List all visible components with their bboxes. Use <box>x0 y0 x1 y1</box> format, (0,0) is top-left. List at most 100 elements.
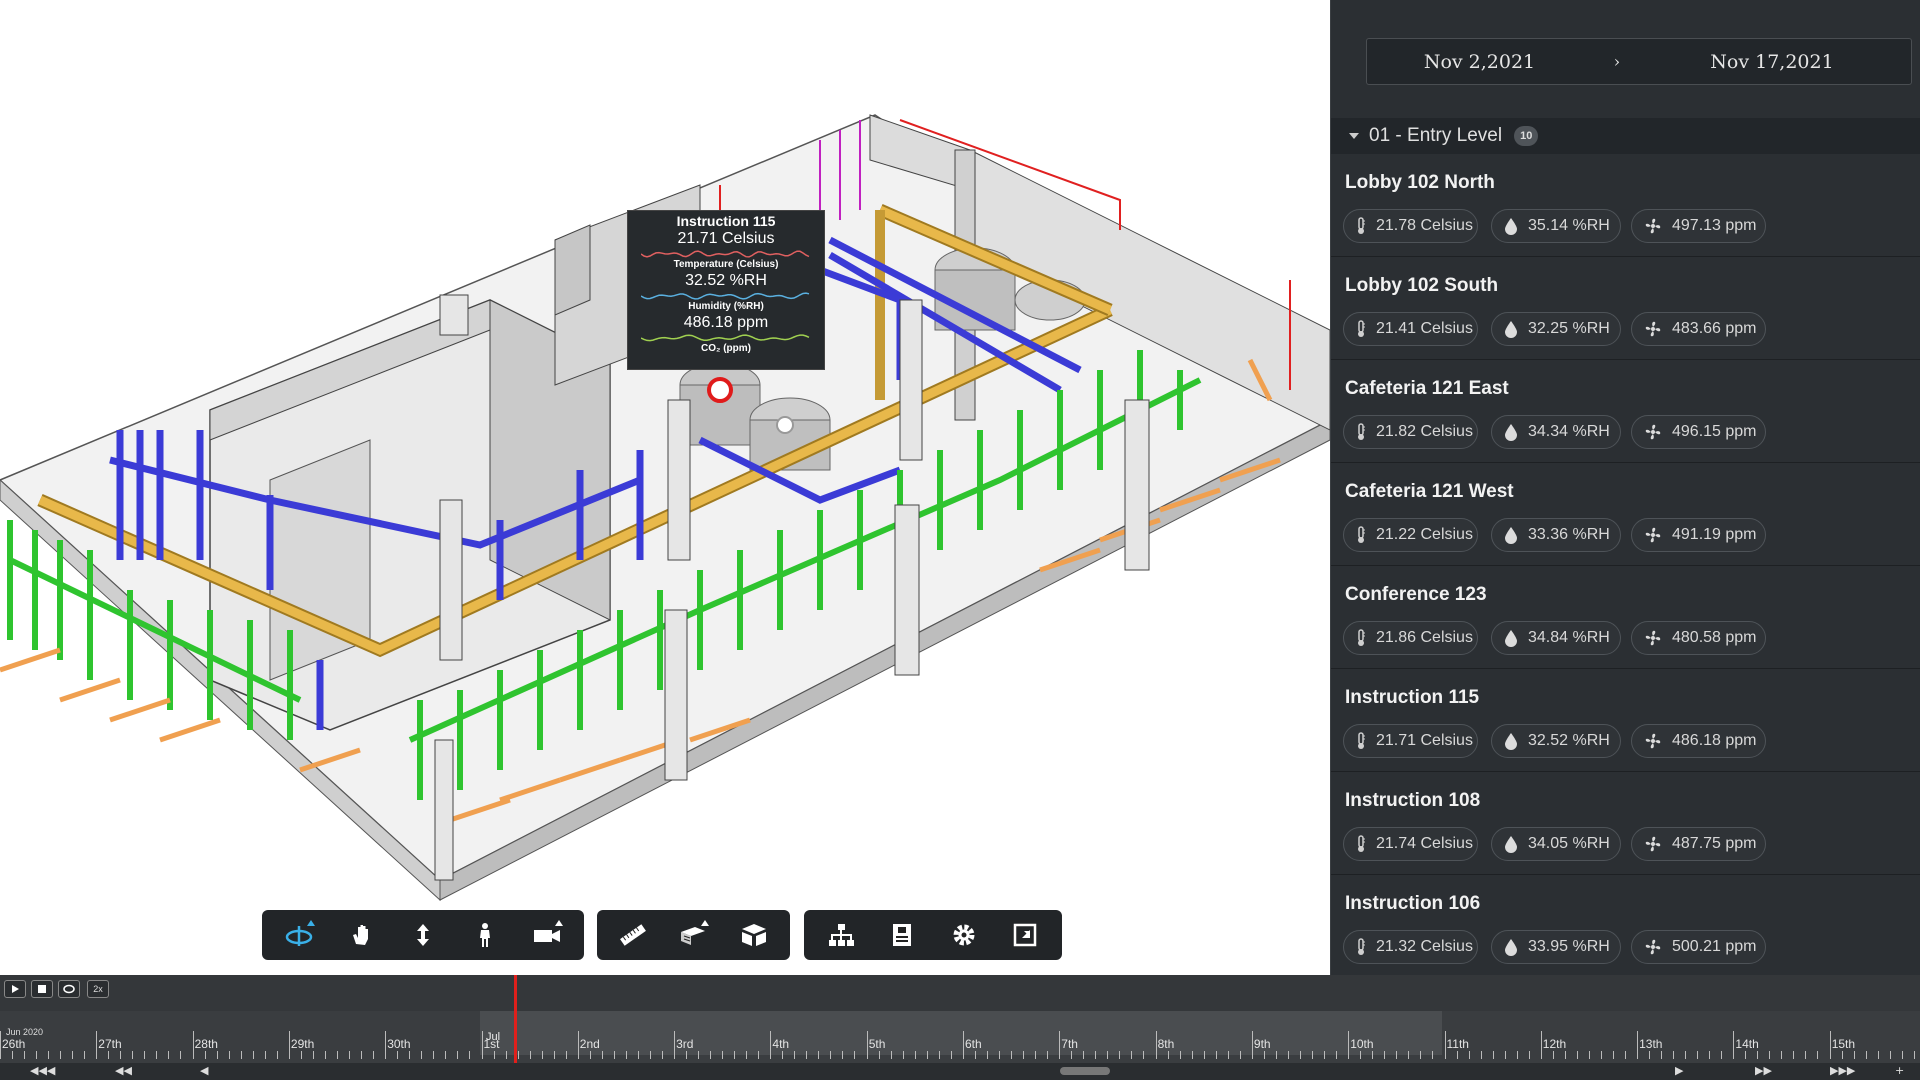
timeline-minor-tick <box>1913 1051 1915 1059</box>
room-card[interactable]: Conference 123 21.86 Celsius 34.84 %RH 480.… <box>1331 566 1920 669</box>
stop-button[interactable] <box>31 980 53 998</box>
timeline-day-tick <box>1733 1031 1735 1059</box>
humidity-chip[interactable]: 32.52 %RH <box>1491 724 1621 758</box>
co2-chip[interactable]: 500.21 ppm <box>1631 930 1766 964</box>
timeline-minor-tick <box>264 1051 266 1059</box>
settings-button[interactable] <box>940 915 988 955</box>
room-card[interactable]: Instruction 108 21.74 Celsius 34.05 %RH 487… <box>1331 772 1920 875</box>
forward-icon[interactable]: ▶▶ <box>1755 1064 1772 1077</box>
start-date[interactable]: Nov 2,2021 <box>1367 51 1592 73</box>
timeline-minor-tick <box>1624 1051 1626 1059</box>
properties-button[interactable] <box>878 915 926 955</box>
timeline-minor-tick <box>132 1051 134 1059</box>
dolly-tool-button[interactable] <box>399 915 447 955</box>
timeline-minor-tick <box>553 1051 555 1059</box>
rewind-icon[interactable]: ◀◀ <box>115 1064 132 1077</box>
room-card[interactable]: Cafeteria 121 East 21.82 Celsius 34.34 %RH… <box>1331 360 1920 463</box>
timeline[interactable]: 2x Jun 2020 Jul 26th 27th 28th 29th 30th 1st 2… <box>0 975 1920 1080</box>
first-person-button[interactable] <box>461 915 509 955</box>
room-card[interactable]: Instruction 115 21.71 Celsius 32.52 %RH 486… <box>1331 669 1920 772</box>
play-button[interactable] <box>4 980 26 998</box>
humidity-chip[interactable]: 34.34 %RH <box>1491 415 1621 449</box>
timeline-minor-tick <box>1853 1051 1855 1059</box>
temperature-chip[interactable]: 21.78 Celsius <box>1343 209 1478 243</box>
timeline-scroll-thumb[interactable] <box>1060 1067 1110 1075</box>
timeline-minor-tick <box>397 1051 399 1059</box>
timeline-minor-tick <box>12 1051 13 1059</box>
co2-chip[interactable]: 480.58 ppm <box>1631 621 1766 655</box>
co2-chip[interactable]: 486.18 ppm <box>1631 724 1766 758</box>
level-group-header[interactable]: 01 - Entry Level 10 <box>1331 118 1920 154</box>
humidity-chip[interactable]: 34.84 %RH <box>1491 621 1621 655</box>
building-model[interactable] <box>0 0 1330 975</box>
temperature-chip[interactable]: 21.74 Celsius <box>1343 827 1478 861</box>
timeline-minor-tick <box>1757 1051 1759 1059</box>
co2-fan-icon <box>1645 527 1661 543</box>
co2-chip[interactable]: 483.66 ppm <box>1631 312 1766 346</box>
timeline-ruler[interactable]: Jun 2020 Jul 26th 27th 28th 29th 30th 1st 2nd 3… <box>0 1011 1920 1061</box>
humidity-chip[interactable]: 35.14 %RH <box>1491 209 1621 243</box>
co2-chip[interactable]: 491.19 ppm <box>1631 518 1766 552</box>
co2-chip[interactable]: 496.15 ppm <box>1631 415 1766 449</box>
temperature-chip[interactable]: 21.86 Celsius <box>1343 621 1478 655</box>
date-range-picker[interactable]: Nov 2,2021 › Nov 17,2021 <box>1366 38 1912 85</box>
room-card[interactable]: Cafeteria 121 West 21.22 Celsius 33.36 %RH… <box>1331 463 1920 566</box>
temperature-chip[interactable]: 21.22 Celsius <box>1343 518 1478 552</box>
chevron-down-icon[interactable] <box>1349 133 1359 139</box>
tooltip-title: Instruction 115 <box>676 213 776 229</box>
settings-icon <box>953 924 975 946</box>
end-date[interactable]: Nov 17,2021 <box>1642 51 1902 73</box>
timeline-minor-tick <box>1781 1051 1783 1059</box>
humidity-chip[interactable]: 33.36 %RH <box>1491 518 1621 552</box>
timeline-minor-tick <box>360 1051 362 1059</box>
temperature-chip[interactable]: 21.41 Celsius <box>1343 312 1478 346</box>
forward-fast-icon[interactable]: ▶▶▶ <box>1830 1064 1855 1077</box>
loop-button[interactable] <box>58 980 80 998</box>
timeline-day-label: 27th <box>98 1037 122 1051</box>
step-back-icon[interactable]: ◀ <box>200 1064 208 1077</box>
timeline-day-label: 6th <box>965 1037 982 1051</box>
room-name: Lobby 102 South <box>1345 275 1499 296</box>
section-menu-caret[interactable] <box>701 920 710 926</box>
timeline-current-marker[interactable] <box>514 975 517 1065</box>
timeline-minor-tick <box>1817 1051 1819 1059</box>
orbit-tool-button[interactable] <box>275 915 323 955</box>
humidity-chip[interactable]: 33.95 %RH <box>1491 930 1621 964</box>
speed-button[interactable]: 2x <box>87 980 109 998</box>
timeline-minor-tick <box>48 1051 49 1059</box>
properties-icon <box>893 924 912 946</box>
camera-button[interactable] <box>523 915 571 955</box>
camera-menu-caret[interactable] <box>555 920 563 926</box>
timeline-minor-tick <box>746 1051 748 1059</box>
timeline-day-label: 13th <box>1639 1037 1663 1051</box>
rewind-fast-icon[interactable]: ◀◀◀ <box>30 1064 55 1077</box>
temperature-value: 21.78 Celsius <box>1376 217 1473 234</box>
co2-chip[interactable]: 497.13 ppm <box>1631 209 1766 243</box>
room-card[interactable]: Lobby 102 North 21.78 Celsius 35.14 %RH 497… <box>1331 154 1920 257</box>
timeline-minor-tick <box>722 1051 724 1059</box>
timeline-day-label: 1st <box>483 1037 500 1051</box>
temperature-chip[interactable]: 21.71 Celsius <box>1343 724 1478 758</box>
explode-model-button[interactable] <box>730 915 778 955</box>
tooltip-co2-value: 486.18 ppm <box>683 314 769 331</box>
section-button[interactable] <box>669 915 717 955</box>
timeline-minor-tick <box>228 1051 230 1059</box>
fullscreen-button[interactable] <box>1001 915 1049 955</box>
timeline-minor-tick <box>1793 1051 1795 1059</box>
pan-tool-button[interactable] <box>337 915 385 955</box>
step-forward-icon[interactable]: ▶ <box>1675 1064 1683 1077</box>
model-browser-button[interactable] <box>817 915 865 955</box>
room-card[interactable]: Instruction 106 21.32 Celsius 33.95 %RH 500… <box>1331 875 1920 975</box>
room-card[interactable]: Lobby 102 South 21.41 Celsius 32.25 %RH 483… <box>1331 257 1920 360</box>
orbit-menu-caret[interactable] <box>307 920 315 926</box>
humidity-chip[interactable]: 34.05 %RH <box>1491 827 1621 861</box>
humidity-chip[interactable]: 32.25 %RH <box>1491 312 1621 346</box>
co2-chip[interactable]: 487.75 ppm <box>1631 827 1766 861</box>
measure-button[interactable] <box>609 915 657 955</box>
measure-icon <box>620 924 647 946</box>
model-viewport[interactable]: Instruction 115 21.71 Celsius Temperatur… <box>0 0 1330 975</box>
zoom-in-icon[interactable]: + <box>1895 1064 1904 1077</box>
timeline-minor-tick <box>1179 1051 1181 1059</box>
temperature-chip[interactable]: 21.82 Celsius <box>1343 415 1478 449</box>
temperature-chip[interactable]: 21.32 Celsius <box>1343 930 1478 964</box>
